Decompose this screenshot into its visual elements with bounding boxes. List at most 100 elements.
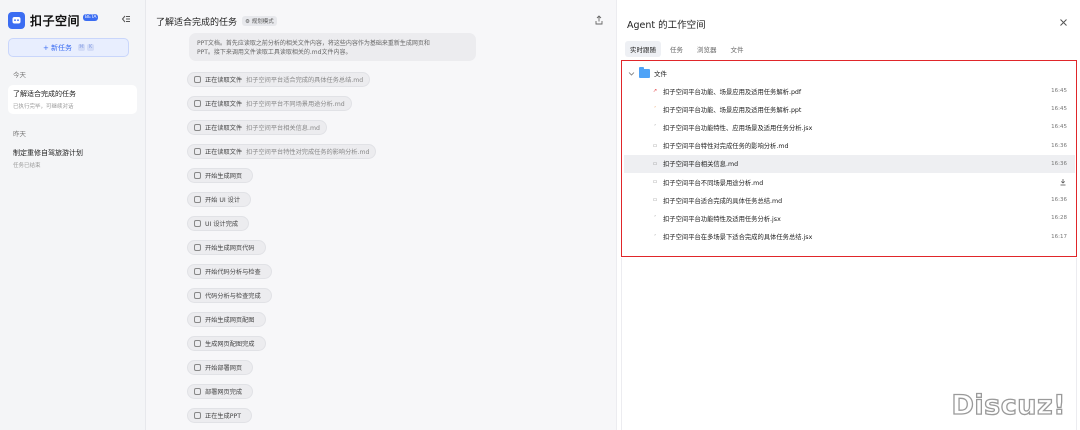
file-name: 扣子空间平台相关信息.md [663,161,739,169]
step-pill[interactable]: 正在读取文件 扣子空间平台相关信息.md [187,120,327,135]
plan-mode-badge: ⚙ 规划模式 [242,16,277,26]
file-name: 扣子空间平台功能特性及适用任务分析.jsx [663,215,781,223]
step-pill[interactable]: 正在生成PPT [187,408,252,423]
file-row[interactable]: ▭ 扣子空间平台相关信息.md 16:36 [624,154,1075,173]
step-icon [194,220,201,227]
workspace-tabs: 实时跟随 任务 浏览器 文件 [625,41,753,57]
step-icon [194,388,201,395]
shortcut-hint: ⌘ K [78,44,95,51]
file-row[interactable]: ʼ 扣子空间平台功能、场景应用及适用任务解析.ppt 16:45 [624,100,1075,118]
task-item[interactable]: 制定重修自驾旅游计划 任务已结束 [8,144,137,173]
step-label: 生成网页配图完成 [205,341,255,348]
file-time: 16:45 [1051,88,1067,94]
step-pill[interactable]: 开始部署网页 [187,360,254,375]
step-pill[interactable]: 生成网页配图完成 [187,336,266,351]
step-icon [194,340,201,347]
tab-live-follow[interactable]: 实时跟随 [625,41,661,57]
folder-name: 文件 [654,70,667,78]
file-name: 扣子空间平台功能特性、应用场景及适用任务分析.jsx [663,124,813,132]
beta-badge: BETA [83,13,99,21]
new-task-label: + 新任务 [42,43,73,52]
file-name: 扣子空间平台特性对完成任务的影响分析.md [663,143,789,151]
file-read-icon [194,100,201,107]
step-label: 正在读取文件 [205,149,243,156]
file-row[interactable]: ▭ 扣子空间平台不同场景用途分析.md [624,173,1075,191]
step-pill[interactable]: 部署网页完成 [187,384,254,399]
step-label: 正在读取文件 [205,101,243,108]
share-icon[interactable] [594,15,604,25]
step-label: 开始生成网页 [205,173,243,180]
step-row: 部署网页完成 [187,375,606,399]
step-pill[interactable]: 开始生成网页配图 [187,312,266,327]
step-pill[interactable]: 开始代码分析与检查 [187,264,272,279]
step-row: 正在读取文件 扣子空间平台适合完成的具体任务总结.md [187,63,606,87]
pdf-icon: ↗ [652,88,658,94]
step-label: 代码分析与检查完成 [205,293,261,300]
file-row[interactable]: ↗ 扣子空间平台功能、场景应用及适用任务解析.pdf 16:45 [624,82,1075,100]
file-time: 16:36 [1051,160,1067,167]
file-read-icon [194,76,201,83]
collapse-sidebar-icon[interactable] [121,14,131,24]
file-name: 扣子空间平台在多场景下适合完成的具体任务总结.jsx [663,234,813,242]
folder-icon [639,66,650,78]
step-pill[interactable]: 代码分析与检查完成 [187,288,272,303]
step-icon [194,412,201,419]
step-icon [194,364,201,371]
step-pill[interactable]: 正在读取文件 扣子空间平台特性对完成任务的影响分析.md [187,144,377,159]
step-icon [194,172,201,179]
step-row: 正在生成PPT [187,399,606,423]
file-name: 扣子空间平台功能、场景应用及适用任务解析.ppt [663,106,802,114]
file-time: 16:36 [1051,197,1067,204]
jsx-icon: ʼ [654,215,656,222]
new-task-button[interactable]: + 新任务 ⌘ K [8,38,129,57]
brand-name: 扣子空间 [30,13,81,28]
brand: 扣子空间 BETA [8,10,137,30]
step-row: 生成网页配图完成 [187,327,606,351]
file-time: 16:28 [1051,215,1067,222]
file-tree-panel: 文件 ↗ 扣子空间平台功能、场景应用及适用任务解析.pdf 16:45 ʼ 扣子空间平台… [621,60,1077,257]
task-item[interactable]: 了解适合完成的任务 已执行完毕，可继续对话 [8,85,137,114]
md-icon: ▭ [652,179,658,185]
file-row[interactable]: ʼ 扣子空间平台功能特性、应用场景及适用任务分析.jsx 16:45 [624,118,1075,136]
download-icon[interactable] [1059,178,1067,186]
step-file-name: 扣子空间平台不同场景用途分析.md [246,101,345,108]
jsx-icon: ʼ [654,124,656,131]
file-read-icon [194,148,201,155]
step-pill[interactable]: 正在读取文件 扣子空间平台适合完成的具体任务总结.md [187,72,371,87]
file-read-icon [194,124,201,131]
file-row[interactable]: ʼ 扣子空间平台功能特性及适用任务分析.jsx 16:28 [624,209,1075,227]
task-status: 任务已结束 [13,163,41,169]
step-label: 正在读取文件 [205,77,243,84]
close-icon[interactable] [1059,18,1068,27]
step-row: 开始生成网页配图 [187,303,606,327]
step-pill[interactable]: 开始 UI 设计 [187,192,252,207]
file-time: 16:36 [1051,142,1067,149]
file-row[interactable]: ▭ 扣子空间平台特性对完成任务的影响分析.md 16:36 [624,137,1075,155]
chat-panel: 了解适合完成的任务 ⚙ 规划模式 PPT文档。首先应读取之前分析的相关文件内容，… [146,0,616,430]
file-name: 扣子空间平台不同场景用途分析.md [663,179,764,187]
group-label-today: 今天 [13,71,26,79]
task-title: 了解适合完成的任务 [13,90,76,98]
step-pill[interactable]: UI 设计完成 [187,216,250,231]
tab-files[interactable]: 文件 [726,41,749,57]
ppt-icon: ʼ [654,106,656,113]
tab-browser[interactable]: 浏览器 [692,41,722,57]
step-pill[interactable]: 正在读取文件 扣子空间平台不同场景用途分析.md [187,96,352,111]
file-row[interactable]: ʼ 扣子空间平台在多场景下适合完成的具体任务总结.jsx 16:17 [624,228,1075,246]
md-icon: ▭ [652,142,658,149]
step-pill[interactable]: 开始生成网页代码 [187,240,266,255]
step-row: 正在读取文件 扣子空间平台不同场景用途分析.md [187,87,606,111]
step-row: 代码分析与检查完成 [187,279,606,303]
chevron-down-icon [628,71,635,76]
step-icon [194,196,201,203]
logo-icon [8,11,25,29]
folder-row[interactable]: 文件 [628,66,667,78]
step-icon [194,268,201,275]
step-label: 开始 UI 设计 [205,197,241,204]
step-icon [194,316,201,323]
file-row[interactable]: ▭ 扣子空间平台适合完成的具体任务总结.md 16:36 [624,191,1075,209]
step-pill[interactable]: 开始生成网页 [187,168,254,183]
tab-tasks[interactable]: 任务 [665,41,688,57]
step-file-name: 扣子空间平台特性对完成任务的影响分析.md [246,149,370,156]
step-row: 开始 UI 设计 [187,183,606,207]
